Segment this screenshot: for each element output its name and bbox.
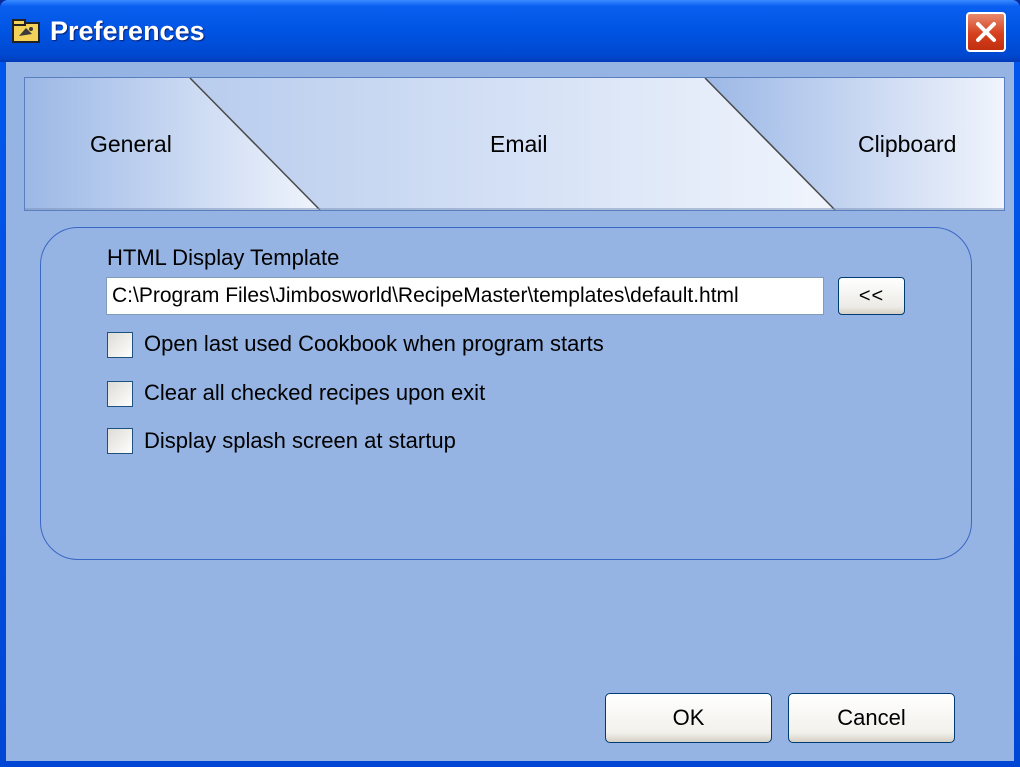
browse-button[interactable]: <<	[838, 277, 905, 315]
ok-button[interactable]: OK	[605, 693, 772, 743]
title-bar[interactable]: Preferences	[0, 0, 1020, 62]
template-label: HTML Display Template	[107, 245, 340, 270]
splash-screen-checkbox[interactable]	[107, 428, 133, 454]
tab-clipboard[interactable]: Clipboard	[858, 131, 956, 158]
tab-email[interactable]: Email	[490, 131, 548, 158]
app-icon	[12, 19, 40, 43]
cancel-button[interactable]: Cancel	[788, 693, 955, 743]
open-last-cookbook-label[interactable]: Open last used Cookbook when program sta…	[144, 331, 604, 357]
window-title: Preferences	[50, 16, 205, 46]
template-path-input[interactable]	[106, 277, 824, 315]
clear-checked-recipes-checkbox[interactable]	[107, 381, 133, 407]
splash-screen-label[interactable]: Display splash screen at startup	[144, 428, 456, 454]
open-last-cookbook-checkbox[interactable]	[107, 332, 133, 358]
close-icon	[976, 22, 996, 42]
close-button[interactable]	[966, 12, 1006, 52]
preferences-window: Preferences General Email Clipboard HTML…	[0, 0, 1020, 767]
tab-general[interactable]: General	[90, 131, 172, 158]
clear-checked-recipes-label[interactable]: Clear all checked recipes upon exit	[144, 380, 485, 406]
